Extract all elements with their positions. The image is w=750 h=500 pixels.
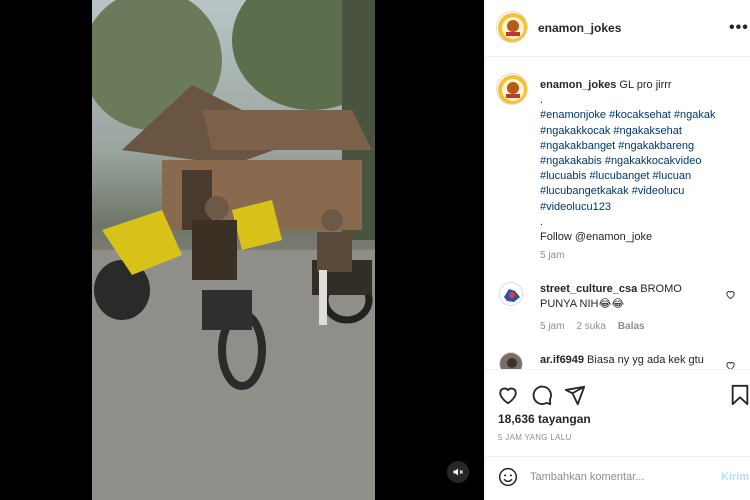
hashtag-line[interactable]: #videolucu123	[540, 200, 745, 215]
bookmark-icon[interactable]	[729, 384, 750, 406]
post-header: enamon_jokes •••	[485, 0, 750, 57]
post-caption: enamon_jokes GL pro jirrr . #enamonjoke #…	[540, 78, 745, 245]
hashtag-line[interactable]: #ngakakkocak #ngakaksehat	[540, 124, 745, 139]
caption-dot: .	[540, 94, 544, 107]
post-username[interactable]: enamon_jokes	[538, 21, 621, 35]
heart-icon[interactable]	[725, 289, 736, 300]
caption-avatar[interactable]	[496, 73, 528, 105]
caption-text: GL pro jirrr	[619, 79, 672, 91]
view-count[interactable]: 18,636 tayangan	[498, 412, 591, 426]
post-comment-button[interactable]: Kirim	[721, 471, 749, 483]
video-player[interactable]	[0, 0, 484, 500]
caption-follow: Follow @enamon_joke	[540, 231, 653, 244]
hashtag-line[interactable]: #lucuabis #lucubanget #lucuan	[540, 169, 745, 184]
comment: ar.if6949 Biasa ny yg ada kek gtu	[540, 354, 720, 366]
caption-username[interactable]: enamon_jokes	[540, 79, 616, 91]
hashtag-line[interactable]: #enamonjoke #kocaksehat #ngakak	[540, 108, 745, 123]
enamon-logo-icon	[498, 75, 527, 104]
speaker-muted-icon	[453, 468, 463, 476]
comment-likes[interactable]: 2 suka	[576, 321, 605, 332]
comment-icon[interactable]	[531, 384, 553, 406]
video-scene	[92, 0, 375, 500]
reply-button[interactable]: Balas	[618, 321, 645, 332]
comment-form: Kirim	[485, 456, 750, 500]
post-sidebar: enamon_jokes ••• enamon_jokes GL pro jirr…	[484, 0, 750, 500]
comment: street_culture_csa BROMO PUNYA NIH😂😂	[540, 282, 710, 312]
hashtag-line[interactable]: #ngakakbanget #ngakakbareng	[540, 139, 745, 154]
caption-timestamp[interactable]: 5 jam	[540, 250, 564, 261]
comment-username[interactable]: street_culture_csa	[540, 283, 637, 295]
emoji-icon[interactable]	[498, 467, 518, 487]
avatar[interactable]	[496, 11, 528, 43]
enamon-logo-icon	[498, 13, 527, 42]
caption-dot: .	[540, 215, 544, 228]
comment-avatar[interactable]	[499, 282, 523, 306]
post-timestamp[interactable]: 5 JAM YANG LALU	[498, 433, 572, 442]
action-bar: 18,636 tayangan 5 JAM YANG LALU	[485, 369, 750, 456]
share-icon[interactable]	[564, 384, 586, 406]
mute-button[interactable]	[447, 461, 469, 483]
hashtag-line[interactable]: #lucubangetkakak #videolucu	[540, 184, 745, 199]
more-options-icon[interactable]: •••	[729, 19, 749, 37]
street-culture-logo-icon	[500, 283, 522, 305]
comment-username[interactable]: ar.if6949	[540, 354, 584, 366]
comment-time[interactable]: 5 jam	[540, 321, 564, 332]
comment-text: Biasa ny yg ada kek gtu	[587, 354, 704, 366]
video-frame	[92, 0, 375, 500]
hashtag-line[interactable]: #ngakakabis #ngakakkocakvideo	[540, 154, 745, 169]
comment-input[interactable]	[530, 466, 708, 488]
heart-icon[interactable]	[497, 384, 519, 406]
comment-meta: 5 jam 2 suka Balas	[540, 321, 657, 332]
